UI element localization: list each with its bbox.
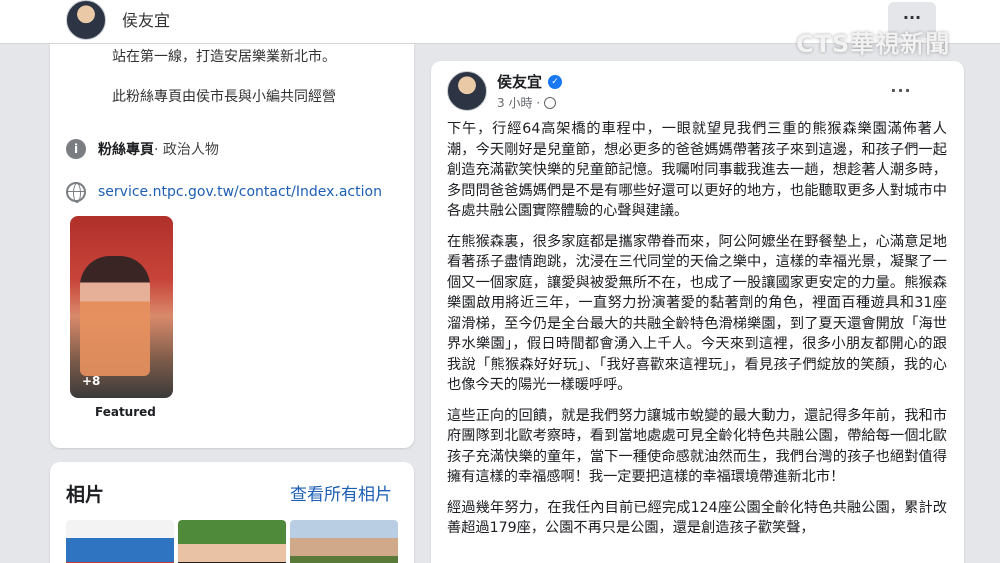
photo-thumbnail[interactable]: [66, 520, 174, 563]
post-paragraph: 在熊猴森裏，很多家庭都是攜家帶眷而來，阿公阿嬤坐在野餐墊上，心滿意足地看著孫子盡…: [447, 233, 947, 394]
verified-icon: ✓: [548, 74, 563, 89]
intro-text-managed: 此粉絲專頁由侯市長與小編共同經營: [112, 89, 336, 105]
post-author[interactable]: 侯友宜 ✓: [497, 71, 563, 92]
category-value: · 政治人物: [154, 142, 219, 158]
post-meta: 3 小時 ·: [497, 94, 557, 111]
post-card: 侯友宜 ✓ 3 小時 · ··· 下午，行經64高架橋的車程中，一眼就望見我們三…: [431, 61, 964, 563]
public-audience-icon: [544, 96, 557, 109]
category-label: 粉絲專頁: [98, 142, 154, 158]
page-avatar[interactable]: [66, 0, 106, 40]
featured-count: +8: [82, 374, 101, 388]
featured-label: Featured: [95, 405, 156, 419]
globe-icon: [66, 182, 86, 203]
website-link[interactable]: service.ntpc.gov.tw/contact/Index.action: [98, 184, 382, 200]
post-paragraph: 下午，行經64高架橋的車程中，一眼就望見我們三重的熊猴森樂園滿佈著人潮，今天剛好…: [447, 121, 947, 219]
featured-photo[interactable]: +8: [70, 216, 173, 398]
see-all-photos-link[interactable]: 查看所有相片: [290, 480, 392, 505]
photo-thumbnail[interactable]: [178, 520, 286, 563]
post-body: 下午，行經64高架橋的車程中，一眼就望見我們三重的熊猴森樂園滿佈著人潮，今天剛好…: [447, 119, 947, 549]
post-author-name[interactable]: 侯友宜: [497, 71, 542, 92]
post-time[interactable]: 3 小時 ·: [497, 94, 540, 111]
page-name[interactable]: 侯友宜: [122, 7, 170, 31]
post-paragraph: 這些正向的回饋，就是我們努力讓城市蛻變的最大動力，還記得多年前，我和市府團隊到北…: [447, 407, 947, 486]
post-more-icon[interactable]: ···: [883, 81, 919, 100]
photos-card: 相片 查看所有相片: [50, 462, 414, 563]
photos-title: 相片: [66, 484, 105, 506]
post-author-avatar[interactable]: [447, 71, 487, 111]
website-row: service.ntpc.gov.tw/contact/Index.action: [66, 181, 382, 203]
intro-text: 站在第一線，打造安居樂業新北市。: [112, 49, 336, 65]
category-row: i 粉絲專頁 · 政治人物: [66, 138, 219, 160]
photo-thumbnail[interactable]: [290, 520, 398, 563]
info-icon: i: [66, 139, 86, 159]
intro-card: 站在第一線，打造安居樂業新北市。 此粉絲專頁由侯市長與小編共同經營 i 粉絲專頁…: [50, 44, 414, 448]
post-paragraph: 經過幾年努力，在我任內目前已經完成124座公園全齡化特色共融公園，累計改善超過1…: [447, 499, 947, 537]
featured-photo-person: [80, 256, 150, 376]
cts-watermark: CTS華視新聞: [796, 30, 951, 58]
